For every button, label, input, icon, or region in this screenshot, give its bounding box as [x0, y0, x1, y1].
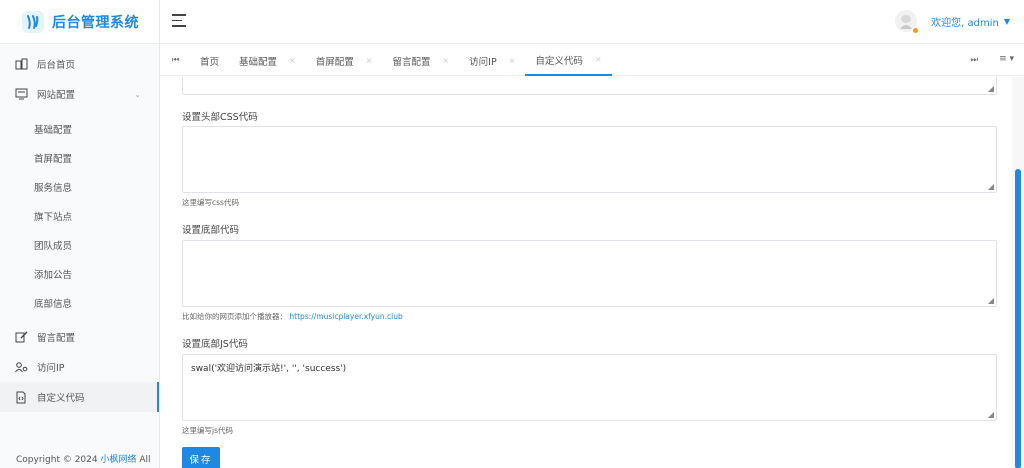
caret-down-icon[interactable]: ▼	[1004, 17, 1010, 26]
tab-first-screen[interactable]: 首屏配置 ×	[306, 45, 383, 76]
main-content: ◢ 设置头部CSS代码 ◢ 这里编写css代码 设置底部代码 ◢ 比如给你的网页…	[160, 77, 1012, 468]
resize-grip-icon[interactable]: ◢	[988, 410, 994, 419]
footer-code-label: 设置底部代码	[182, 225, 240, 236]
head-css-label: 设置头部CSS代码	[182, 112, 258, 123]
status-dot	[912, 27, 920, 34]
sidebar-subitem-team[interactable]: 团队成员	[0, 230, 159, 259]
tab-menu-icon[interactable]: ≡ ▾	[999, 54, 1014, 64]
sidebar-nav: 后台首页 网站配置 ⌄ 基础配置 首屏配置 服务信息 旗下站点 团队成员 添加公…	[0, 44, 159, 412]
sidebar-item-message[interactable]: 留言配置	[0, 322, 159, 352]
sidebar-submenu: 基础配置 首屏配置 服务信息 旗下站点 团队成员 添加公告 底部信息	[0, 109, 159, 322]
sidebar-subitem-service[interactable]: 服务信息	[0, 172, 159, 201]
avatar[interactable]	[895, 10, 920, 34]
close-icon[interactable]: ×	[595, 55, 602, 64]
code-file-icon	[14, 390, 28, 404]
footer-js-help: 这里编写js代码	[182, 426, 233, 435]
sidebar-subitem-notice[interactable]: 添加公告	[0, 259, 159, 288]
sidebar-subitem-first-screen[interactable]: 首屏配置	[0, 143, 159, 172]
tab-home[interactable]: 首页	[190, 45, 229, 76]
tab-visit-ip[interactable]: 访问IP ×	[459, 45, 525, 76]
tab-custom-code[interactable]: 自定义代码 ×	[525, 45, 612, 76]
resize-grip-icon[interactable]: ◢	[988, 296, 994, 305]
footer-js-label: 设置底部JS代码	[182, 339, 248, 350]
tab-label: 自定义代码	[535, 55, 583, 67]
scrollbar[interactable]	[1012, 77, 1024, 468]
tab-label: 首屏配置	[315, 56, 354, 68]
tab-scroll-left-icon[interactable]: ⏮	[172, 55, 179, 65]
tab-bar: ⏮ 首页 基础配置 × 首屏配置 × 留言配置 × 访问IP × 自定义代码 × ⏭ ≡ …	[160, 45, 1024, 76]
copyright-suffix: All	[139, 455, 151, 465]
sidebar-item-site-config[interactable]: 网站配置 ⌄	[0, 79, 159, 109]
close-icon[interactable]: ×	[289, 56, 296, 65]
close-icon[interactable]: ×	[509, 56, 516, 65]
copyright-link[interactable]: 小枫网络	[100, 455, 136, 465]
top-header: 欢迎您, admin ▼	[160, 0, 1024, 44]
copyright-prefix: Copyright © 2024	[16, 455, 98, 465]
tab-basic-config[interactable]: 基础配置 ×	[229, 45, 306, 76]
edit-icon	[14, 330, 28, 344]
footer-js-value: swal('欢迎访问演示站!', '', 'success')	[191, 364, 347, 374]
sidebar-item-label: 自定义代码	[37, 393, 85, 404]
musicplayer-link[interactable]: https://musicplayer.xfyun.club	[289, 312, 402, 321]
dashboard-icon	[14, 57, 28, 71]
resize-grip-icon[interactable]: ◢	[988, 84, 994, 93]
sidebar-item-label: 网站配置	[37, 90, 76, 101]
footer-code-help-text: 比如给你的网页添加个播放器：	[182, 312, 287, 321]
resize-grip-icon[interactable]: ◢	[988, 182, 994, 191]
sidebar-item-ip[interactable]: 访问IP	[0, 352, 159, 382]
head-css-help: 这里编写css代码	[182, 198, 239, 207]
tab-scroll-right-icon[interactable]: ⏭	[971, 55, 978, 65]
close-icon[interactable]: ×	[442, 56, 449, 65]
app-title: 后台管理系统	[52, 14, 139, 31]
menu-toggle-icon[interactable]	[172, 14, 186, 31]
sidebar-item-custom-code[interactable]: 自定义代码	[0, 382, 159, 412]
users-icon	[14, 360, 28, 374]
sidebar-subitem-footer[interactable]: 底部信息	[0, 288, 159, 317]
sidebar-item-label: 访问IP	[37, 363, 65, 374]
tab-message-config[interactable]: 留言配置 ×	[382, 45, 459, 76]
tab-label: 首页	[200, 56, 220, 68]
footer-code-textarea[interactable]: ◢	[182, 240, 997, 307]
sidebar-item-home[interactable]: 后台首页	[0, 49, 159, 79]
sidebar-subitem-sites[interactable]: 旗下站点	[0, 201, 159, 230]
tabs: 首页 基础配置 × 首屏配置 × 留言配置 × 访问IP × 自定义代码 ×	[190, 45, 612, 76]
logo-icon	[22, 10, 44, 33]
user-menu[interactable]: 欢迎您, admin ▼	[895, 10, 1010, 34]
sidebar-item-label: 后台首页	[37, 60, 76, 71]
chevron-down-icon: ⌄	[134, 89, 141, 99]
copyright: Copyright © 2024 小枫网络 All	[16, 452, 151, 465]
monitor-icon	[14, 87, 28, 101]
welcome-text[interactable]: 欢迎您, admin	[931, 14, 999, 29]
tab-label: 访问IP	[469, 56, 497, 68]
scrollbar-thumb[interactable]	[1015, 169, 1021, 468]
sidebar: 后台管理系统 后台首页 网站配置 ⌄ 基础配置 首屏配置 服务信息 旗下站点 团…	[0, 0, 160, 468]
close-icon[interactable]: ×	[366, 56, 373, 65]
logo[interactable]: 后台管理系统	[0, 0, 159, 44]
tab-label: 基础配置	[239, 56, 278, 68]
footer-js-textarea[interactable]: swal('欢迎访问演示站!', '', 'success') ◢	[182, 354, 997, 421]
footer-code-help: 比如给你的网页添加个播放器： https://musicplayer.xfyun…	[182, 311, 403, 322]
sidebar-item-label: 留言配置	[37, 333, 76, 344]
previous-code-textarea[interactable]: ◢	[182, 77, 997, 95]
head-css-textarea[interactable]: ◢	[182, 126, 997, 193]
tab-label: 留言配置	[392, 56, 431, 68]
sidebar-subitem-basic[interactable]: 基础配置	[0, 114, 159, 143]
save-button[interactable]: 保存	[182, 447, 220, 468]
